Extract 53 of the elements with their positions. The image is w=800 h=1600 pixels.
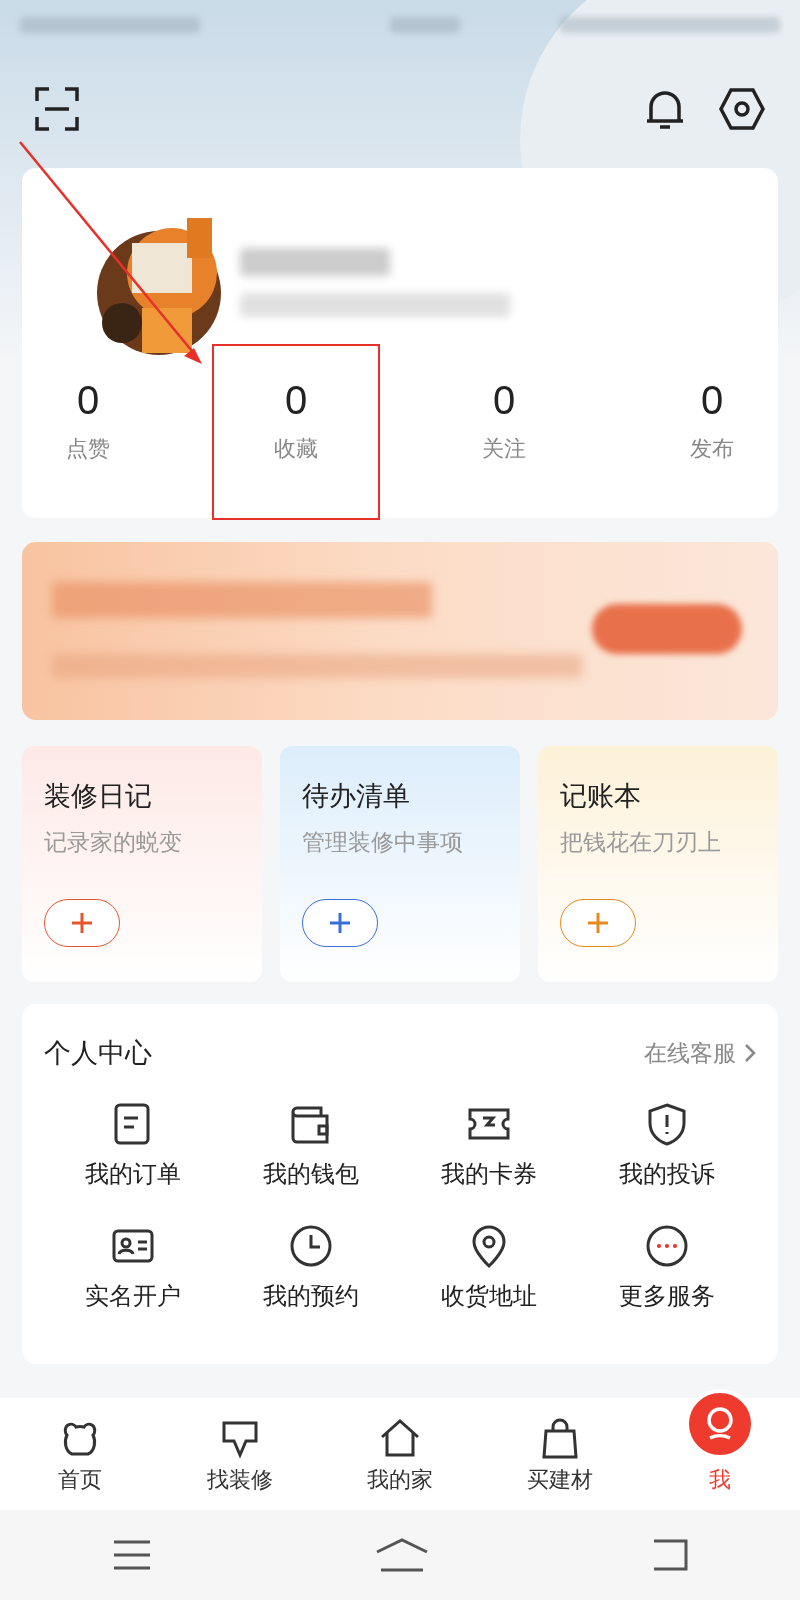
plus-icon: [587, 912, 609, 934]
stat-count: 0: [492, 377, 516, 424]
card-title: 记账本: [560, 780, 642, 813]
menu-item-label[interactable]: 我的订单: [85, 1156, 181, 1192]
online-service-link[interactable]: 在线客服: [644, 1035, 756, 1071]
redacted-text: [390, 17, 460, 33]
back-icon[interactable]: [652, 1539, 689, 1571]
menu-item-label[interactable]: 我的卡券: [441, 1156, 537, 1192]
settings-icon[interactable]: [719, 87, 765, 131]
promo-banner[interactable]: [22, 542, 778, 720]
tool-card[interactable]: 记账本 把钱花在刀刃上: [538, 746, 778, 982]
tool-card[interactable]: 装修日记 记录家的蜕变: [22, 746, 262, 982]
card-subtitle: 把钱花在刀刃上: [560, 827, 722, 857]
tab[interactable]: 买建材: [480, 1398, 640, 1510]
menu-item-label[interactable]: 我的预约: [263, 1278, 359, 1314]
card-subtitle: 管理装修中事项: [302, 827, 464, 857]
stat-count: 0: [284, 377, 308, 424]
stat-label: 发布: [690, 435, 734, 463]
home-icon[interactable]: [375, 1538, 429, 1572]
stat-count: 0: [76, 377, 100, 424]
menu-item-label[interactable]: 我的钱包: [263, 1156, 359, 1192]
clock-icon[interactable]: [289, 1224, 333, 1268]
card-title: 装修日记: [44, 780, 153, 813]
tool-card[interactable]: 待办清单 管理装修中事项: [280, 746, 520, 982]
stat-label: 点赞: [66, 435, 110, 463]
menu-icon[interactable]: [111, 1539, 152, 1571]
tab[interactable]: 我: [640, 1374, 800, 1510]
stat-label: 关注: [482, 435, 526, 463]
plus-icon: [329, 912, 351, 934]
add-button[interactable]: [560, 899, 636, 947]
section-title: 个人中心: [44, 1036, 152, 1070]
menu-item-label[interactable]: 实名开户: [85, 1278, 181, 1314]
stat-item[interactable]: 0 点赞: [6, 346, 170, 518]
menu-item-label[interactable]: 收货地址: [441, 1278, 537, 1314]
add-button[interactable]: [302, 899, 378, 947]
add-button[interactable]: [44, 899, 120, 947]
chevron-right-icon: [744, 1043, 756, 1063]
scan-icon[interactable]: [35, 87, 79, 131]
stat-item[interactable]: 0 关注: [422, 346, 586, 518]
tab[interactable]: 我的家: [320, 1398, 480, 1510]
stat-item[interactable]: 0 发布: [630, 346, 794, 518]
highlighted-stat[interactable]: 0 收藏: [214, 346, 378, 518]
menu-item-label[interactable]: 我的投诉: [619, 1156, 715, 1192]
more-icon[interactable]: [645, 1224, 689, 1268]
tab[interactable]: 首页: [0, 1398, 160, 1510]
card-subtitle: 记录家的蜕变: [44, 827, 183, 857]
stat-label: 收藏: [274, 435, 318, 463]
tab[interactable]: 找装修: [160, 1398, 320, 1510]
menu-item-label[interactable]: 更多服务: [619, 1278, 715, 1314]
plus-icon: [71, 912, 93, 934]
tab-icon: [378, 1417, 422, 1459]
stat-count: 0: [700, 377, 724, 424]
card-title: 待办清单: [302, 780, 411, 813]
